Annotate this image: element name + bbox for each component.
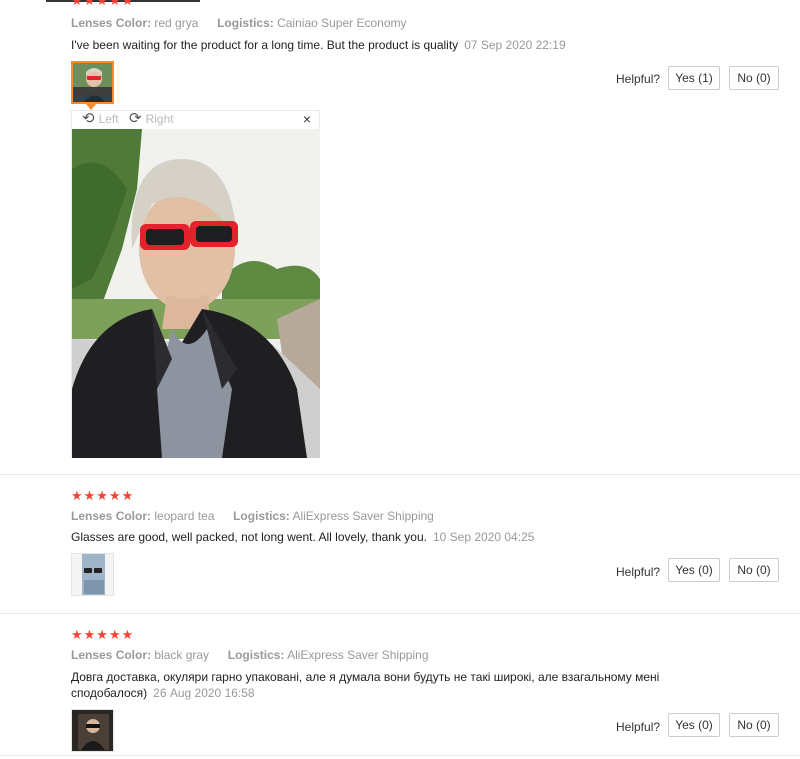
photo-viewer-toolbar: ⟲ Left ⟳ Right × bbox=[72, 111, 321, 129]
helpful-yes-button[interactable]: Yes (0) bbox=[668, 558, 720, 582]
helpful-no-button[interactable]: No (0) bbox=[729, 558, 779, 582]
review-body: Glasses are good, well packed, not long … bbox=[71, 530, 427, 544]
photo-viewer: ⟲ Left ⟳ Right × bbox=[71, 110, 320, 458]
rotate-right-icon: ⟳ bbox=[129, 110, 142, 127]
rating-stars: ★★★★★ bbox=[71, 627, 135, 642]
review-date: 10 Sep 2020 04:25 bbox=[432, 530, 535, 544]
rating-stars: ★★★★★ bbox=[71, 488, 135, 503]
review-meta: Lenses Color: red grya Logistics: Cainia… bbox=[71, 16, 407, 30]
logistics-value: AliExpress Saver Shipping bbox=[292, 509, 434, 523]
review-photo-thumbnail[interactable] bbox=[71, 61, 114, 104]
review-text: I've been waiting for the product for a … bbox=[71, 37, 671, 53]
helpful-label: Helpful? bbox=[616, 720, 661, 734]
helpful-no-button[interactable]: No (0) bbox=[729, 713, 779, 737]
review-date: 07 Sep 2020 22:19 bbox=[464, 38, 566, 52]
review-photo-enlarged bbox=[72, 129, 320, 458]
helpful-yes-button[interactable]: Yes (1) bbox=[668, 66, 720, 90]
review-date: 26 Aug 2020 16:58 bbox=[153, 686, 255, 700]
logistics-value: AliExpress Saver Shipping bbox=[287, 648, 429, 662]
lenses-color-value: leopard tea bbox=[154, 509, 215, 523]
logistics-value: Cainiao Super Economy bbox=[277, 16, 407, 30]
review-divider bbox=[0, 755, 800, 756]
review-meta: Lenses Color: leopard tea Logistics: Ali… bbox=[71, 509, 434, 523]
lenses-color-value: black gray bbox=[154, 648, 210, 662]
logistics-label: Logistics: bbox=[217, 16, 274, 30]
review-text: Довга доставка, окуляри гарно упаковані,… bbox=[71, 669, 671, 701]
lenses-color-value: red grya bbox=[154, 16, 199, 30]
rating-stars: ★★★★★ bbox=[71, 0, 135, 8]
review-divider bbox=[0, 474, 800, 475]
rotate-right-label: Right bbox=[145, 112, 174, 126]
photo-thumbnail-image bbox=[72, 554, 113, 595]
review-photo-thumbnail[interactable] bbox=[71, 553, 114, 596]
review-body: I've been waiting for the product for a … bbox=[71, 38, 459, 52]
review-text: Glasses are good, well packed, not long … bbox=[71, 529, 671, 545]
lenses-color-label: Lenses Color: bbox=[71, 648, 152, 662]
logistics-label: Logistics: bbox=[233, 509, 290, 523]
review-divider bbox=[0, 613, 800, 614]
helpful-label: Helpful? bbox=[616, 72, 661, 86]
rotate-left-label: Left bbox=[98, 112, 119, 126]
close-icon[interactable]: × bbox=[303, 111, 311, 127]
photo-thumbnail-image bbox=[73, 63, 112, 102]
lenses-color-label: Lenses Color: bbox=[71, 509, 152, 523]
review-meta: Lenses Color: black gray Logistics: AliE… bbox=[71, 648, 429, 662]
rotate-right-button[interactable]: ⟳ Right bbox=[129, 110, 174, 127]
helpful-no-button[interactable]: No (0) bbox=[729, 66, 779, 90]
rotate-left-button[interactable]: ⟲ Left bbox=[82, 110, 119, 127]
logistics-label: Logistics: bbox=[227, 648, 285, 662]
lenses-color-label: Lenses Color: bbox=[71, 16, 152, 30]
photo-thumbnail-image bbox=[72, 710, 113, 751]
helpful-label: Helpful? bbox=[616, 565, 661, 579]
helpful-yes-button[interactable]: Yes (0) bbox=[668, 713, 720, 737]
rotate-left-icon: ⟲ bbox=[82, 110, 95, 127]
review-photo-thumbnail[interactable] bbox=[71, 709, 114, 752]
